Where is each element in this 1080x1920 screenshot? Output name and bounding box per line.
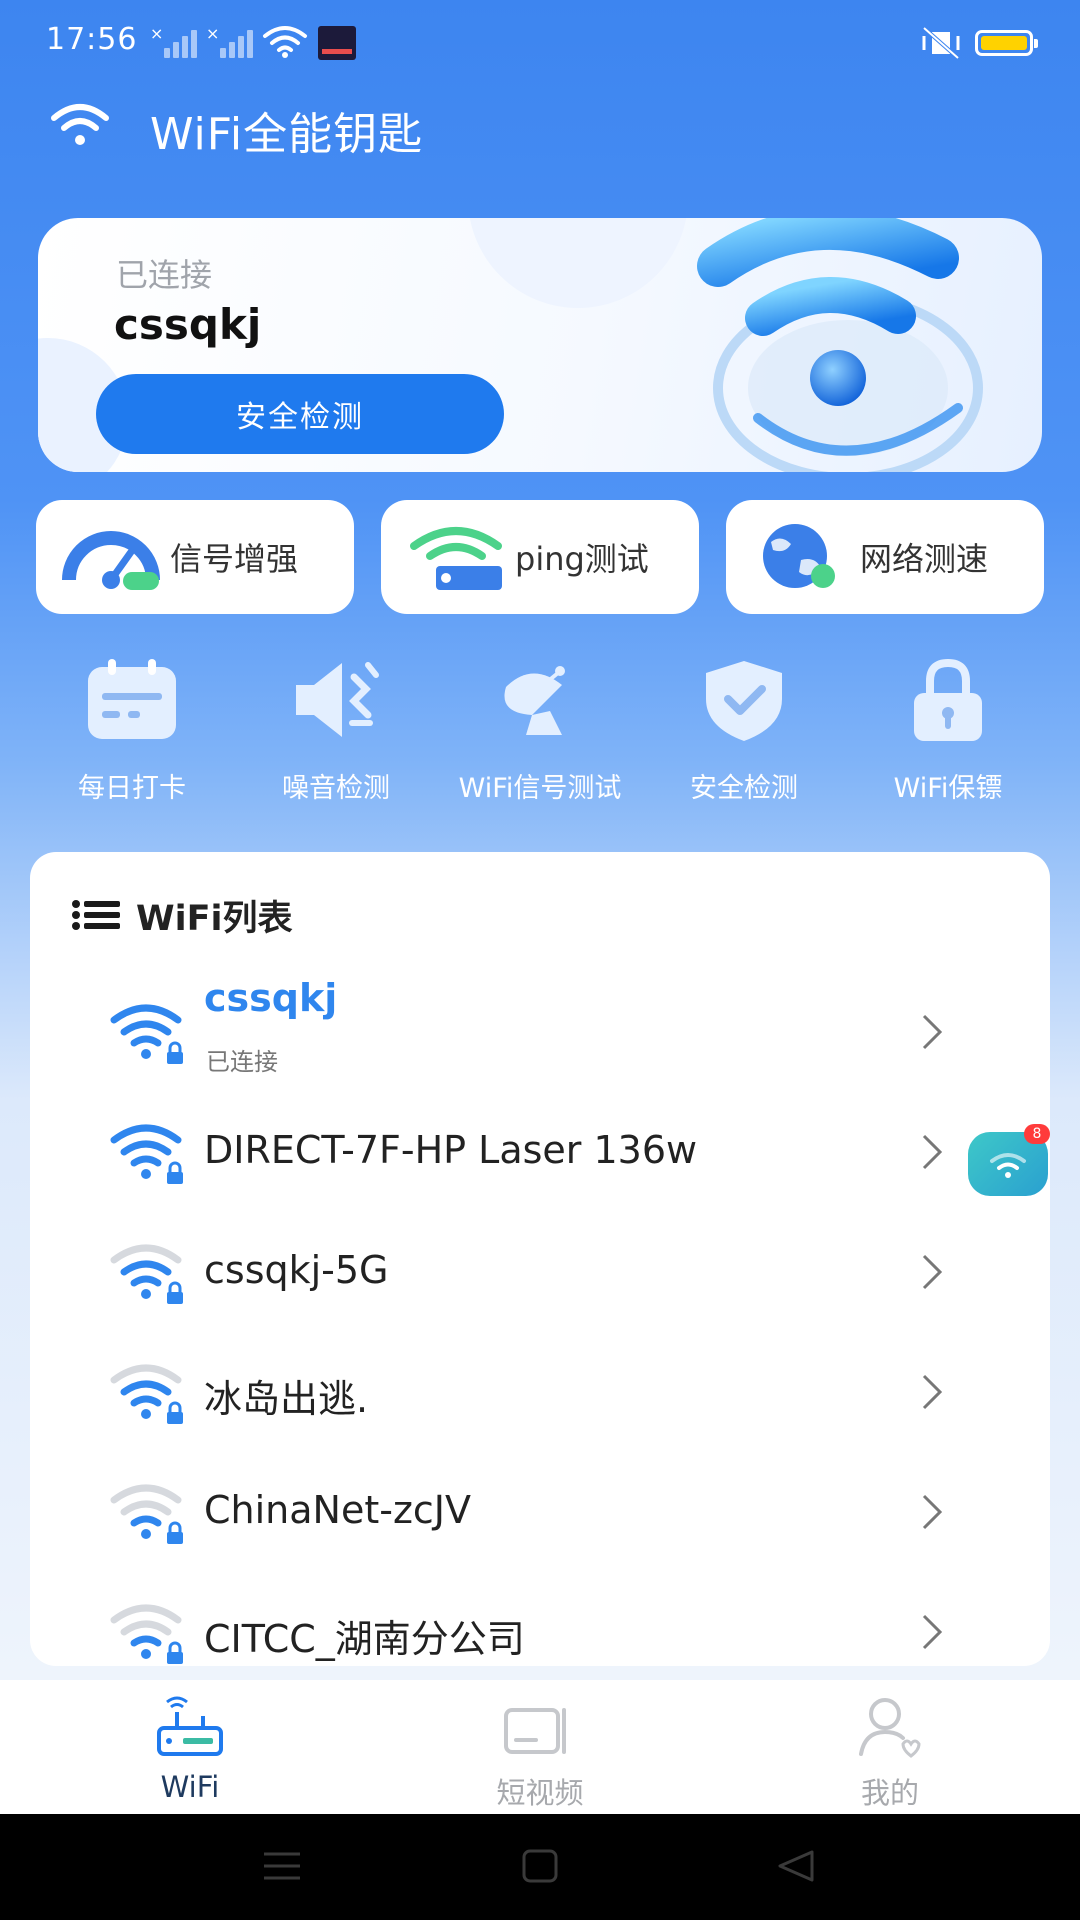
status-bar: 17:56 × × xyxy=(0,0,1080,86)
chevron-right-icon xyxy=(922,1014,943,1050)
tool-label: 信号增强 xyxy=(170,540,299,578)
satellite-dish-icon xyxy=(504,666,565,735)
nav-label: WiFi xyxy=(160,1770,220,1804)
feature-wifi-signal-test[interactable]: WiFi信号测试 xyxy=(438,650,642,810)
wifi-list-card: WiFi列表 cssqkj 已连接 DIRECT-7F-HP Laser 136… xyxy=(30,852,1050,1666)
speaker-icon xyxy=(296,662,379,737)
wifi-lock-icon xyxy=(110,1124,183,1184)
nav-label: 短视频 xyxy=(496,1776,584,1810)
wifi-row[interactable]: CITCC_湖南分公司 xyxy=(30,1572,1050,1666)
wifi-lock-icon xyxy=(110,1604,183,1664)
shield-check-icon xyxy=(706,661,782,741)
home-icon[interactable] xyxy=(520,1848,560,1884)
wifi-ssid: cssqkj-5G xyxy=(204,1248,389,1292)
wifi-ssid: 冰岛出逃. xyxy=(204,1377,369,1421)
wifi-list-header: WiFi列表 xyxy=(72,890,293,940)
chevron-right-icon xyxy=(922,1374,943,1410)
wifi-row[interactable]: 冰岛出逃. xyxy=(30,1332,1050,1452)
bottom-nav: WiFi 短视频 我的 xyxy=(0,1680,1080,1814)
wifi-list-title: WiFi列表 xyxy=(136,898,293,939)
list-icon xyxy=(72,900,120,930)
system-nav-bar xyxy=(0,1814,1080,1920)
nav-wifi[interactable]: WiFi xyxy=(10,1680,370,1814)
nav-label: 我的 xyxy=(860,1776,919,1810)
feature-noise-detect[interactable]: 噪音检测 xyxy=(234,650,438,810)
feature-daily-checkin[interactable]: 每日打卡 xyxy=(30,650,234,810)
app-title: WiFi全能钥匙 xyxy=(150,109,424,160)
back-icon[interactable] xyxy=(776,1848,816,1884)
feature-label: 安全检测 xyxy=(690,773,798,804)
connection-status: 已连接 xyxy=(116,256,213,294)
cell-signal-icon: × xyxy=(150,24,198,58)
wifi-lock-icon xyxy=(110,1244,183,1304)
wifi-row[interactable]: cssqkj-5G xyxy=(30,1212,1050,1332)
wifi-ssid: DIRECT-7F-HP Laser 136w xyxy=(204,1128,698,1172)
connected-ssid: cssqkj xyxy=(114,300,262,349)
wifi-ssid: ChinaNet-zcJV xyxy=(204,1488,472,1532)
connection-card: 已连接 cssqkj 安全检测 xyxy=(38,218,1042,472)
nav-profile[interactable]: 我的 xyxy=(710,1680,1070,1814)
tool-label: ping测试 xyxy=(515,540,649,578)
tool-ping-test[interactable]: ping测试 xyxy=(381,500,699,614)
wifi-lock-icon xyxy=(110,1484,183,1544)
tool-signal-boost[interactable]: 信号增强 xyxy=(36,500,354,614)
wifi-row[interactable]: cssqkj 已连接 xyxy=(30,972,1050,1092)
wifi-illustration-icon xyxy=(697,218,983,472)
tool-label: 网络测速 xyxy=(860,540,989,578)
user-icon xyxy=(859,1698,921,1758)
wifi-logo-icon xyxy=(51,104,109,145)
feature-label: WiFi信号测试 xyxy=(458,773,622,804)
status-time: 17:56 xyxy=(46,22,138,57)
chevron-right-icon xyxy=(922,1614,943,1650)
tool-speed-test[interactable]: 网络测速 xyxy=(726,500,1044,614)
menu-icon[interactable] xyxy=(262,1848,302,1884)
wifi-row[interactable]: DIRECT-7F-HP Laser 136w xyxy=(30,1092,1050,1212)
wifi-connected-status: 已连接 xyxy=(206,1048,278,1076)
wifi-status-icon xyxy=(263,26,307,58)
feature-label: 噪音检测 xyxy=(282,773,390,804)
feature-wifi-guard[interactable]: WiFi保镖 xyxy=(846,650,1050,810)
wifi-ssid: CITCC_湖南分公司 xyxy=(204,1617,525,1661)
wifi-lock-icon xyxy=(110,1364,183,1424)
app-bar: WiFi全能钥匙 xyxy=(0,86,1080,206)
speedometer-icon xyxy=(62,531,160,590)
security-scan-button[interactable]: 安全检测 xyxy=(96,374,504,454)
calendar-icon xyxy=(88,659,176,739)
battery-icon xyxy=(975,30,1038,56)
wifi-icon xyxy=(990,1153,1026,1178)
feature-label: 每日打卡 xyxy=(78,773,186,804)
chevron-right-icon xyxy=(922,1134,943,1170)
router-icon xyxy=(157,1696,223,1756)
video-icon xyxy=(504,1708,566,1754)
wifi-ssid: cssqkj xyxy=(204,976,338,1020)
router-wifi-icon xyxy=(410,527,502,590)
chevron-right-icon xyxy=(922,1494,943,1530)
nav-short-video[interactable]: 短视频 xyxy=(360,1680,720,1814)
wifi-lock-icon xyxy=(110,1004,183,1064)
feature-security-check[interactable]: 安全检测 xyxy=(642,650,846,810)
media-notification-icon xyxy=(318,26,356,60)
lock-icon xyxy=(914,658,982,741)
globe-icon xyxy=(763,524,835,588)
notification-badge: 8 xyxy=(1024,1124,1050,1144)
chevron-right-icon xyxy=(922,1254,943,1290)
cell-signal-icon-2: × xyxy=(206,24,254,58)
feature-label: WiFi保镖 xyxy=(893,773,1003,804)
vibrate-mute-icon xyxy=(922,26,960,60)
wifi-row[interactable]: ChinaNet-zcJV xyxy=(30,1452,1050,1572)
